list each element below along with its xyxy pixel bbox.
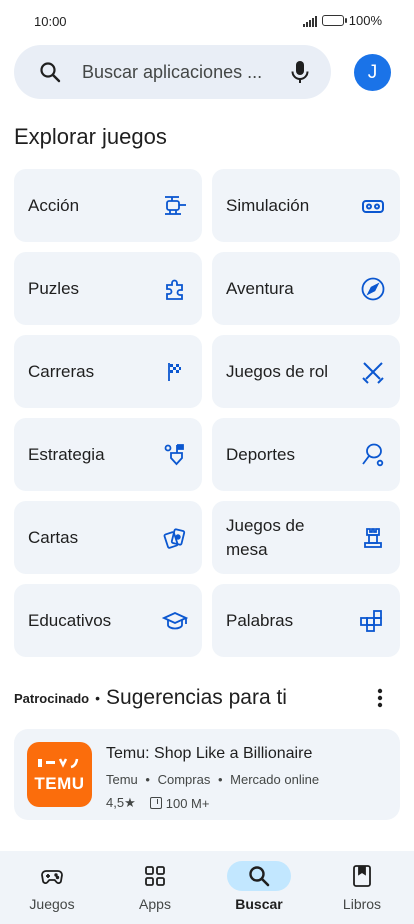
battery-percent: 100% bbox=[348, 13, 382, 28]
category-card-simulacion[interactable]: Simulación bbox=[212, 169, 400, 242]
nav-item-juegos[interactable]: Juegos bbox=[7, 861, 97, 921]
category-card-juegos-de-mesa[interactable]: Juegos de mesa bbox=[212, 501, 400, 574]
search-icon bbox=[249, 866, 270, 887]
category-label: Palabras bbox=[226, 610, 294, 630]
category-card-palabras[interactable]: Palabras bbox=[212, 584, 400, 657]
bookmark-book-icon bbox=[353, 865, 371, 887]
more-vert-icon[interactable] bbox=[368, 686, 392, 710]
gamepad-icon bbox=[41, 870, 63, 884]
app-suggestion-card[interactable]: TEMU Temu: Shop Like a Billionaire Temu … bbox=[14, 729, 400, 820]
category-label: Educativos bbox=[28, 610, 112, 630]
nav-label: Buscar bbox=[235, 896, 283, 912]
app-category: Compras bbox=[157, 772, 211, 787]
microphone-icon[interactable] bbox=[288, 59, 312, 85]
category-label: Puzles bbox=[28, 278, 80, 298]
app-tag: Mercado online bbox=[230, 772, 320, 787]
status-indicators: 100% bbox=[302, 13, 382, 28]
category-label: Acción bbox=[28, 195, 80, 215]
vr-headset-icon bbox=[362, 200, 384, 213]
separator-dot: • bbox=[95, 690, 101, 706]
category-card-cartas[interactable]: Cartas bbox=[14, 501, 202, 574]
sponsored-label: Patrocinado bbox=[14, 690, 90, 706]
category-label: Juegos de rol bbox=[226, 361, 329, 381]
strategy-flag-icon bbox=[164, 444, 184, 466]
battery-icon bbox=[321, 15, 347, 26]
search-input[interactable]: Buscar aplicaciones ... bbox=[82, 62, 262, 83]
nav-item-buscar[interactable]: Buscar bbox=[214, 861, 304, 921]
app-logo: TEMU bbox=[27, 742, 92, 807]
app-rating: 4,5★ bbox=[106, 795, 136, 810]
racket-icon bbox=[362, 443, 384, 467]
category-label: Carreras bbox=[28, 361, 95, 381]
suggestions-header: Patrocinado • Sugerencias para ti bbox=[14, 683, 400, 713]
chess-rook-icon bbox=[364, 528, 382, 548]
nav-item-libros[interactable]: Libros bbox=[317, 861, 407, 921]
suggestions-title: Sugerencias para ti bbox=[106, 686, 287, 709]
status-bar: 10:00 100% bbox=[0, 0, 414, 44]
app-name: Temu: Shop Like a Billionaire bbox=[106, 745, 313, 762]
helicopter-icon bbox=[165, 196, 186, 215]
category-card-aventura[interactable]: Aventura bbox=[212, 252, 400, 325]
cards-icon bbox=[163, 528, 186, 549]
category-card-accion[interactable]: Acción bbox=[14, 169, 202, 242]
bottom-nav: Juegos Apps Buscar Libros bbox=[0, 851, 414, 924]
word-tiles-icon bbox=[360, 610, 382, 632]
meta-separator: • bbox=[145, 772, 150, 787]
meta-separator: • bbox=[217, 772, 223, 787]
avatar[interactable]: J bbox=[354, 54, 391, 91]
crossed-swords-icon bbox=[362, 362, 384, 384]
app-meta: Temu • Compras • Mercado online bbox=[106, 772, 319, 787]
apps-grid-icon bbox=[145, 866, 165, 886]
nav-label: Libros bbox=[342, 896, 382, 912]
category-card-juegos-de-rol[interactable]: Juegos de rol bbox=[212, 335, 400, 408]
checkered-flag-icon bbox=[168, 363, 181, 381]
app-downloads: 100 M+ bbox=[165, 795, 210, 811]
category-label: Simulación bbox=[226, 195, 310, 215]
nav-label: Apps bbox=[139, 896, 171, 912]
category-label: Aventura bbox=[226, 278, 294, 298]
category-card-carreras[interactable]: Carreras bbox=[14, 335, 202, 408]
compass-icon bbox=[361, 277, 385, 301]
search-icon bbox=[40, 62, 61, 83]
category-label: Estrategia bbox=[28, 444, 105, 464]
status-time: 10:00 bbox=[34, 14, 67, 29]
app-developer: Temu bbox=[106, 772, 138, 787]
search-bar[interactable]: Buscar aplicaciones ... bbox=[14, 45, 331, 99]
graduation-cap-icon bbox=[162, 612, 188, 630]
puzzle-icon bbox=[166, 279, 183, 300]
category-card-estrategia[interactable]: Estrategia bbox=[14, 418, 202, 491]
category-label: Juegos de mesa bbox=[226, 515, 305, 559]
nav-label: Juegos bbox=[29, 896, 75, 912]
app-logo-text: TEMU bbox=[34, 774, 85, 793]
category-label: Cartas bbox=[28, 527, 79, 547]
signal-icon bbox=[302, 15, 317, 27]
category-card-educativos[interactable]: Educativos bbox=[14, 584, 202, 657]
nav-item-apps[interactable]: Apps bbox=[110, 861, 200, 921]
category-label: Deportes bbox=[226, 444, 295, 464]
category-card-deportes[interactable]: Deportes bbox=[212, 418, 400, 491]
app-stats: 4,5★ 100 M+ bbox=[106, 795, 209, 811]
download-icon bbox=[149, 797, 162, 809]
category-grid: Acción Simulación Puzles Aventura Carrer… bbox=[14, 169, 400, 657]
category-card-puzles[interactable]: Puzles bbox=[14, 252, 202, 325]
section-title: Explorar juegos bbox=[14, 124, 167, 149]
